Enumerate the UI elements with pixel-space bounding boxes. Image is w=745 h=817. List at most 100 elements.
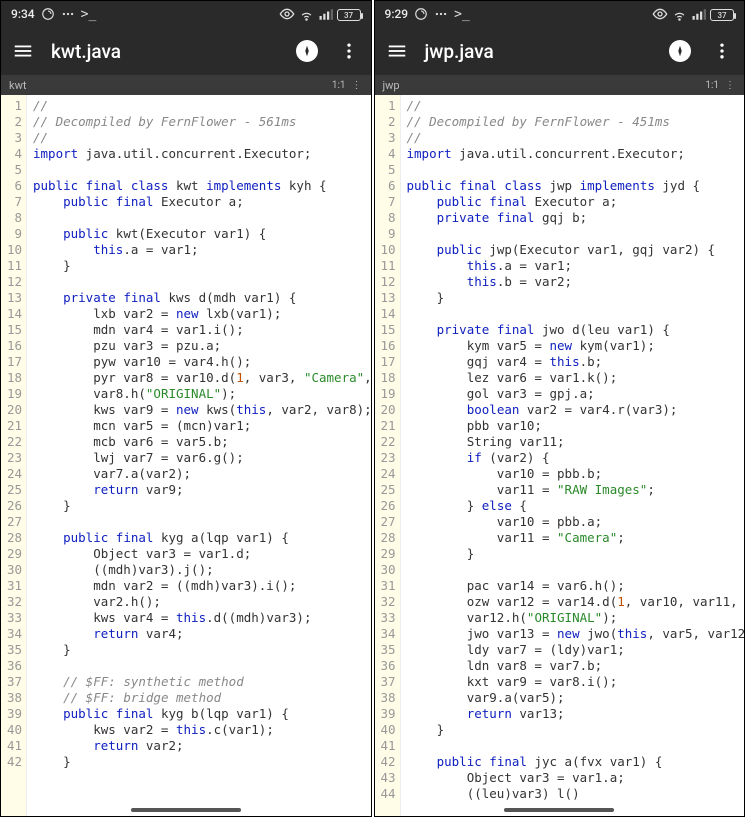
code-line[interactable]: // $FF: bridge method [33,690,367,706]
code-line[interactable]: ldy var7 = (ldy)var1; [407,642,741,658]
code-line[interactable]: public kwt(Executor var1) { [33,226,367,242]
code-line[interactable]: // [407,98,741,114]
code-line[interactable]: public jwp(Executor var1, gqj var2) { [407,242,741,258]
code-line[interactable]: this.a = var1; [33,242,367,258]
code-line[interactable]: public final class kwt implements kyh { [33,178,367,194]
code-line[interactable]: } else { [407,498,741,514]
code-line[interactable]: return var13; [407,706,741,722]
code-line[interactable]: return var2; [33,738,367,754]
code-line[interactable] [407,562,741,578]
code-line[interactable]: Object var3 = var1.d; [33,546,367,562]
code-line[interactable]: lxb var2 = new lxb(var1); [33,306,367,322]
code-line[interactable]: mcb var6 = var5.b; [33,434,367,450]
code-line[interactable]: public final kyg a(lqp var1) { [33,530,367,546]
code-line[interactable]: kxt var9 = var8.i(); [407,674,741,690]
home-indicator[interactable] [131,808,241,812]
code-line[interactable] [407,162,741,178]
code-line[interactable]: pzu var3 = pzu.a; [33,338,367,354]
code-line[interactable]: kym var5 = new kym(var1); [407,338,741,354]
code-line[interactable]: mdn var2 = ((mdh)var3).i(); [33,578,367,594]
code-line[interactable]: mcn var5 = (mcn)var1; [33,418,367,434]
menu-button[interactable] [383,37,411,65]
code-line[interactable]: public final Executor a; [407,194,741,210]
code-line[interactable] [407,306,741,322]
code-line[interactable]: // [33,98,367,114]
code-line[interactable]: public final class jwp implements jyd { [407,178,741,194]
code-line[interactable]: var11 = "Camera"; [407,530,741,546]
code-line[interactable]: ((mdh)var3).j(); [33,562,367,578]
code-line[interactable]: private final kws d(mdh var1) { [33,290,367,306]
code-line[interactable]: ((leu)var3) l() [407,786,741,802]
code-line[interactable] [33,514,367,530]
code-line[interactable] [33,162,367,178]
code-line[interactable]: var8.h("ORIGINAL"); [33,386,367,402]
code-content[interactable]: //// Decompiled by FernFlower - 451ms//i… [401,95,745,816]
code-line[interactable]: ozw var12 = var14.d(1, var10, var11, "dn… [407,594,741,610]
code-line[interactable]: } [33,754,367,770]
tab-name[interactable]: jwp [383,79,400,92]
code-line[interactable]: } [407,290,741,306]
code-line[interactable]: // Decompiled by FernFlower - 561ms [33,114,367,130]
code-line[interactable]: kws var4 = this.d((mdh)var3); [33,610,367,626]
compass-button[interactable] [293,37,321,65]
code-line[interactable]: pac var14 = var6.h(); [407,578,741,594]
code-line[interactable]: boolean var2 = var4.r(var3); [407,402,741,418]
code-line[interactable]: lez var6 = var1.k(); [407,370,741,386]
overflow-button[interactable] [708,37,736,65]
code-line[interactable]: // $FF: synthetic method [33,674,367,690]
code-line[interactable]: var10 = pbb.a; [407,514,741,530]
code-line[interactable]: // [33,130,367,146]
code-line[interactable]: var9.a(var5); [407,690,741,706]
code-line[interactable]: this.a = var1; [407,258,741,274]
code-line[interactable]: return var9; [33,482,367,498]
code-line[interactable]: jwo var13 = new jwo(this, var5, var12); [407,626,741,642]
code-line[interactable]: } [33,642,367,658]
code-line[interactable]: gol var3 = gpj.a; [407,386,741,402]
code-line[interactable]: // Decompiled by FernFlower - 451ms [407,114,741,130]
overflow-button[interactable] [335,37,363,65]
tab-menu-icon[interactable]: ⋮ [725,80,736,91]
tab-menu-icon[interactable]: ⋮ [352,80,363,91]
code-line[interactable]: if (var2) { [407,450,741,466]
code-line[interactable]: private final gqj b; [407,210,741,226]
code-line[interactable]: import java.util.concurrent.Executor; [33,146,367,162]
code-line[interactable]: public final Executor a; [33,194,367,210]
code-line[interactable] [407,738,741,754]
code-line[interactable]: var12.h("ORIGINAL"); [407,610,741,626]
code-line[interactable]: var10 = pbb.b; [407,466,741,482]
code-line[interactable]: kws var9 = new kws(this, var2, var8); [33,402,367,418]
code-editor[interactable]: 1234567891011121314151617181920212223242… [375,95,745,816]
code-line[interactable] [33,210,367,226]
code-content[interactable]: //// Decompiled by FernFlower - 561ms//i… [27,95,371,816]
code-line[interactable]: pyw var10 = var4.h(); [33,354,367,370]
code-line[interactable]: public final jyc a(fvx var1) { [407,754,741,770]
code-line[interactable]: ldn var8 = var7.b; [407,658,741,674]
code-line[interactable]: Object var3 = var1.a; [407,770,741,786]
code-line[interactable]: pbb var10; [407,418,741,434]
code-line[interactable] [407,226,741,242]
code-line[interactable]: } [33,258,367,274]
compass-button[interactable] [666,37,694,65]
code-line[interactable]: gqj var4 = this.b; [407,354,741,370]
code-line[interactable] [33,274,367,290]
code-line[interactable]: pyr var8 = var10.d(1, var3, "Camera", "d… [33,370,367,386]
code-line[interactable]: // [407,130,741,146]
code-line[interactable]: var2.h(); [33,594,367,610]
code-line[interactable]: import java.util.concurrent.Executor; [407,146,741,162]
code-line[interactable]: var11 = "RAW Images"; [407,482,741,498]
code-line[interactable]: } [407,722,741,738]
code-line[interactable]: private final jwo d(leu var1) { [407,322,741,338]
code-line[interactable]: String var11; [407,434,741,450]
home-indicator[interactable] [504,808,614,812]
code-line[interactable]: this.b = var2; [407,274,741,290]
code-line[interactable]: var7.a(var2); [33,466,367,482]
code-line[interactable] [33,658,367,674]
code-line[interactable]: } [407,546,741,562]
code-line[interactable]: lwj var7 = var6.g(); [33,450,367,466]
menu-button[interactable] [9,37,37,65]
code-line[interactable]: public final kyg b(lqp var1) { [33,706,367,722]
code-line[interactable]: mdn var4 = var1.i(); [33,322,367,338]
tab-name[interactable]: kwt [9,79,26,92]
code-line[interactable]: return var4; [33,626,367,642]
code-line[interactable]: kws var2 = this.c(var1); [33,722,367,738]
